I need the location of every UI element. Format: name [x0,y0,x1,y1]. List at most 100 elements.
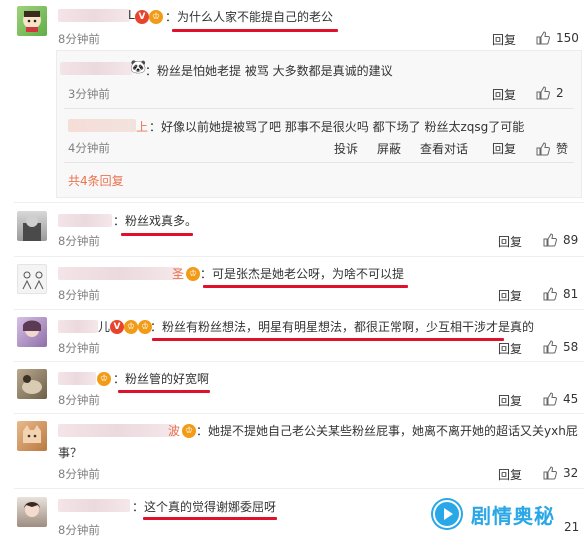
comment-time: 8分钟前 [58,341,100,355]
avatar[interactable] [17,317,47,347]
like-button[interactable]: 赞 [536,140,568,157]
username-redacted[interactable] [58,214,112,227]
reply-button[interactable]: 回复 [498,392,522,409]
username-redacted[interactable] [58,424,176,437]
sub-reply-time: 4分钟前 [68,141,110,155]
thumbs-up-icon [536,142,550,156]
comment-text: ：粉丝有粉丝想法，明星有明星想法，都很正常啊，少互相干涉才是真的 [150,320,535,334]
like-button[interactable]: 45 [543,392,578,406]
username-redacted[interactable] [58,499,130,512]
username-tail[interactable]: L [128,8,135,22]
fan-badge-icon: ♔ [97,372,111,386]
avatar-image [23,215,41,241]
comment-text: ：可是张杰是她老公呀，为啥不可以提 [200,267,405,281]
comment-time: 8分钟前 [58,467,100,481]
avatar-image [24,502,40,517]
avatar[interactable] [17,421,47,451]
avatar[interactable] [17,369,47,399]
avatar-image [23,11,41,32]
avatar-image [23,425,41,443]
member-badge-icon: V [135,10,149,24]
comment-text: ：为什么人家不能提自己的老公 [165,10,334,24]
reply-button[interactable]: 回复 [498,233,522,250]
like-button[interactable]: 89 [543,233,578,247]
highlight-underline [143,517,277,520]
username-tail[interactable]: 儿 [98,318,110,335]
username-redacted[interactable] [58,372,96,385]
comment-divider [14,309,584,310]
avatar-image [22,375,42,394]
divider [64,162,574,163]
highlight-underline [152,338,504,341]
like-button[interactable]: 150 [536,31,579,45]
report-button[interactable]: 投诉 [334,140,358,157]
thumbs-up-icon [536,86,550,100]
like-button[interactable]: 2 [536,86,564,100]
avatar[interactable] [17,6,47,36]
comment-divider [14,413,584,414]
block-button[interactable]: 屏蔽 [377,140,401,157]
comment-divider [14,361,584,362]
username-redacted[interactable] [60,62,132,75]
username-tail[interactable]: 上 [136,118,148,135]
comment-divider [14,202,584,203]
member-badge-icon: V [110,320,124,334]
username-redacted[interactable] [58,267,180,280]
thumbs-up-icon [543,233,557,247]
reply-button[interactable]: 回复 [498,287,522,304]
reply-button[interactable]: 回复 [492,86,516,103]
view-conversation-button[interactable]: 查看对话 [420,140,468,157]
comment-time: 8分钟前 [58,523,100,537]
panda-icon: 🐼 [130,60,147,75]
avatar[interactable] [17,211,47,241]
avatar[interactable] [17,264,47,294]
play-logo-icon [431,498,463,530]
thumbs-up-icon [543,287,557,301]
like-count: 2 [556,86,564,100]
like-count: 32 [563,466,579,480]
comment-text-line2: 事？ [58,446,83,460]
avatar-image [23,320,41,337]
thumbs-up-icon [543,392,557,406]
sub-reply-text: ：粉丝是怕她老提 被骂 大多数都是真诚的建议 [145,64,393,78]
username-redacted[interactable] [58,9,130,22]
like-count: 58 [563,340,579,354]
fan-badge-icon: ♔ [182,424,196,438]
comment-text-line1: ：她提不提她自己老公关某些粉丝屁事，她离不离开她的超话又关yxh屁 [196,424,578,438]
username-tail[interactable]: 波 [168,422,180,439]
sub-reply-time: 3分钟前 [68,87,110,101]
like-button[interactable]: 81 [543,287,578,301]
fan-badge-icon: ♔ [149,10,163,24]
like-count: 45 [563,392,579,406]
thumbs-up-icon [536,31,550,45]
like-button[interactable]: 58 [543,340,578,354]
highlight-underline [118,390,210,393]
username-redacted[interactable] [58,320,98,333]
view-all-replies-link[interactable]: 共4条回复 [68,172,124,189]
comment-divider [14,256,584,257]
comment-text: ：粉丝戏真多。 [113,214,198,228]
like-count: 150 [556,31,579,45]
comment-time: 8分钟前 [58,234,100,248]
reply-button[interactable]: 回复 [492,31,516,48]
like-label: 赞 [556,142,569,156]
avatar[interactable] [17,497,47,527]
avatar-image [22,271,44,290]
divider [64,108,574,109]
watermark-text: 剧情奥秘 [471,503,555,528]
like-count: 21 [564,520,580,534]
comment-divider [14,488,584,489]
username-redacted[interactable] [68,119,136,132]
reply-button[interactable]: 回复 [498,466,522,483]
like-count: 81 [563,287,579,301]
username-tail[interactable]: 圣 [172,265,184,282]
like-button[interactable]: 32 [543,466,578,480]
comment-time: 8分钟前 [58,393,100,407]
thumbs-up-icon [543,340,557,354]
fan-badge-icon: ♔ [186,267,200,281]
highlight-underline [172,29,338,32]
comment-time: 8分钟前 [58,288,100,302]
highlight-underline [203,285,408,288]
reply-button[interactable]: 回复 [492,140,516,157]
reply-button[interactable]: 回复 [498,340,522,357]
